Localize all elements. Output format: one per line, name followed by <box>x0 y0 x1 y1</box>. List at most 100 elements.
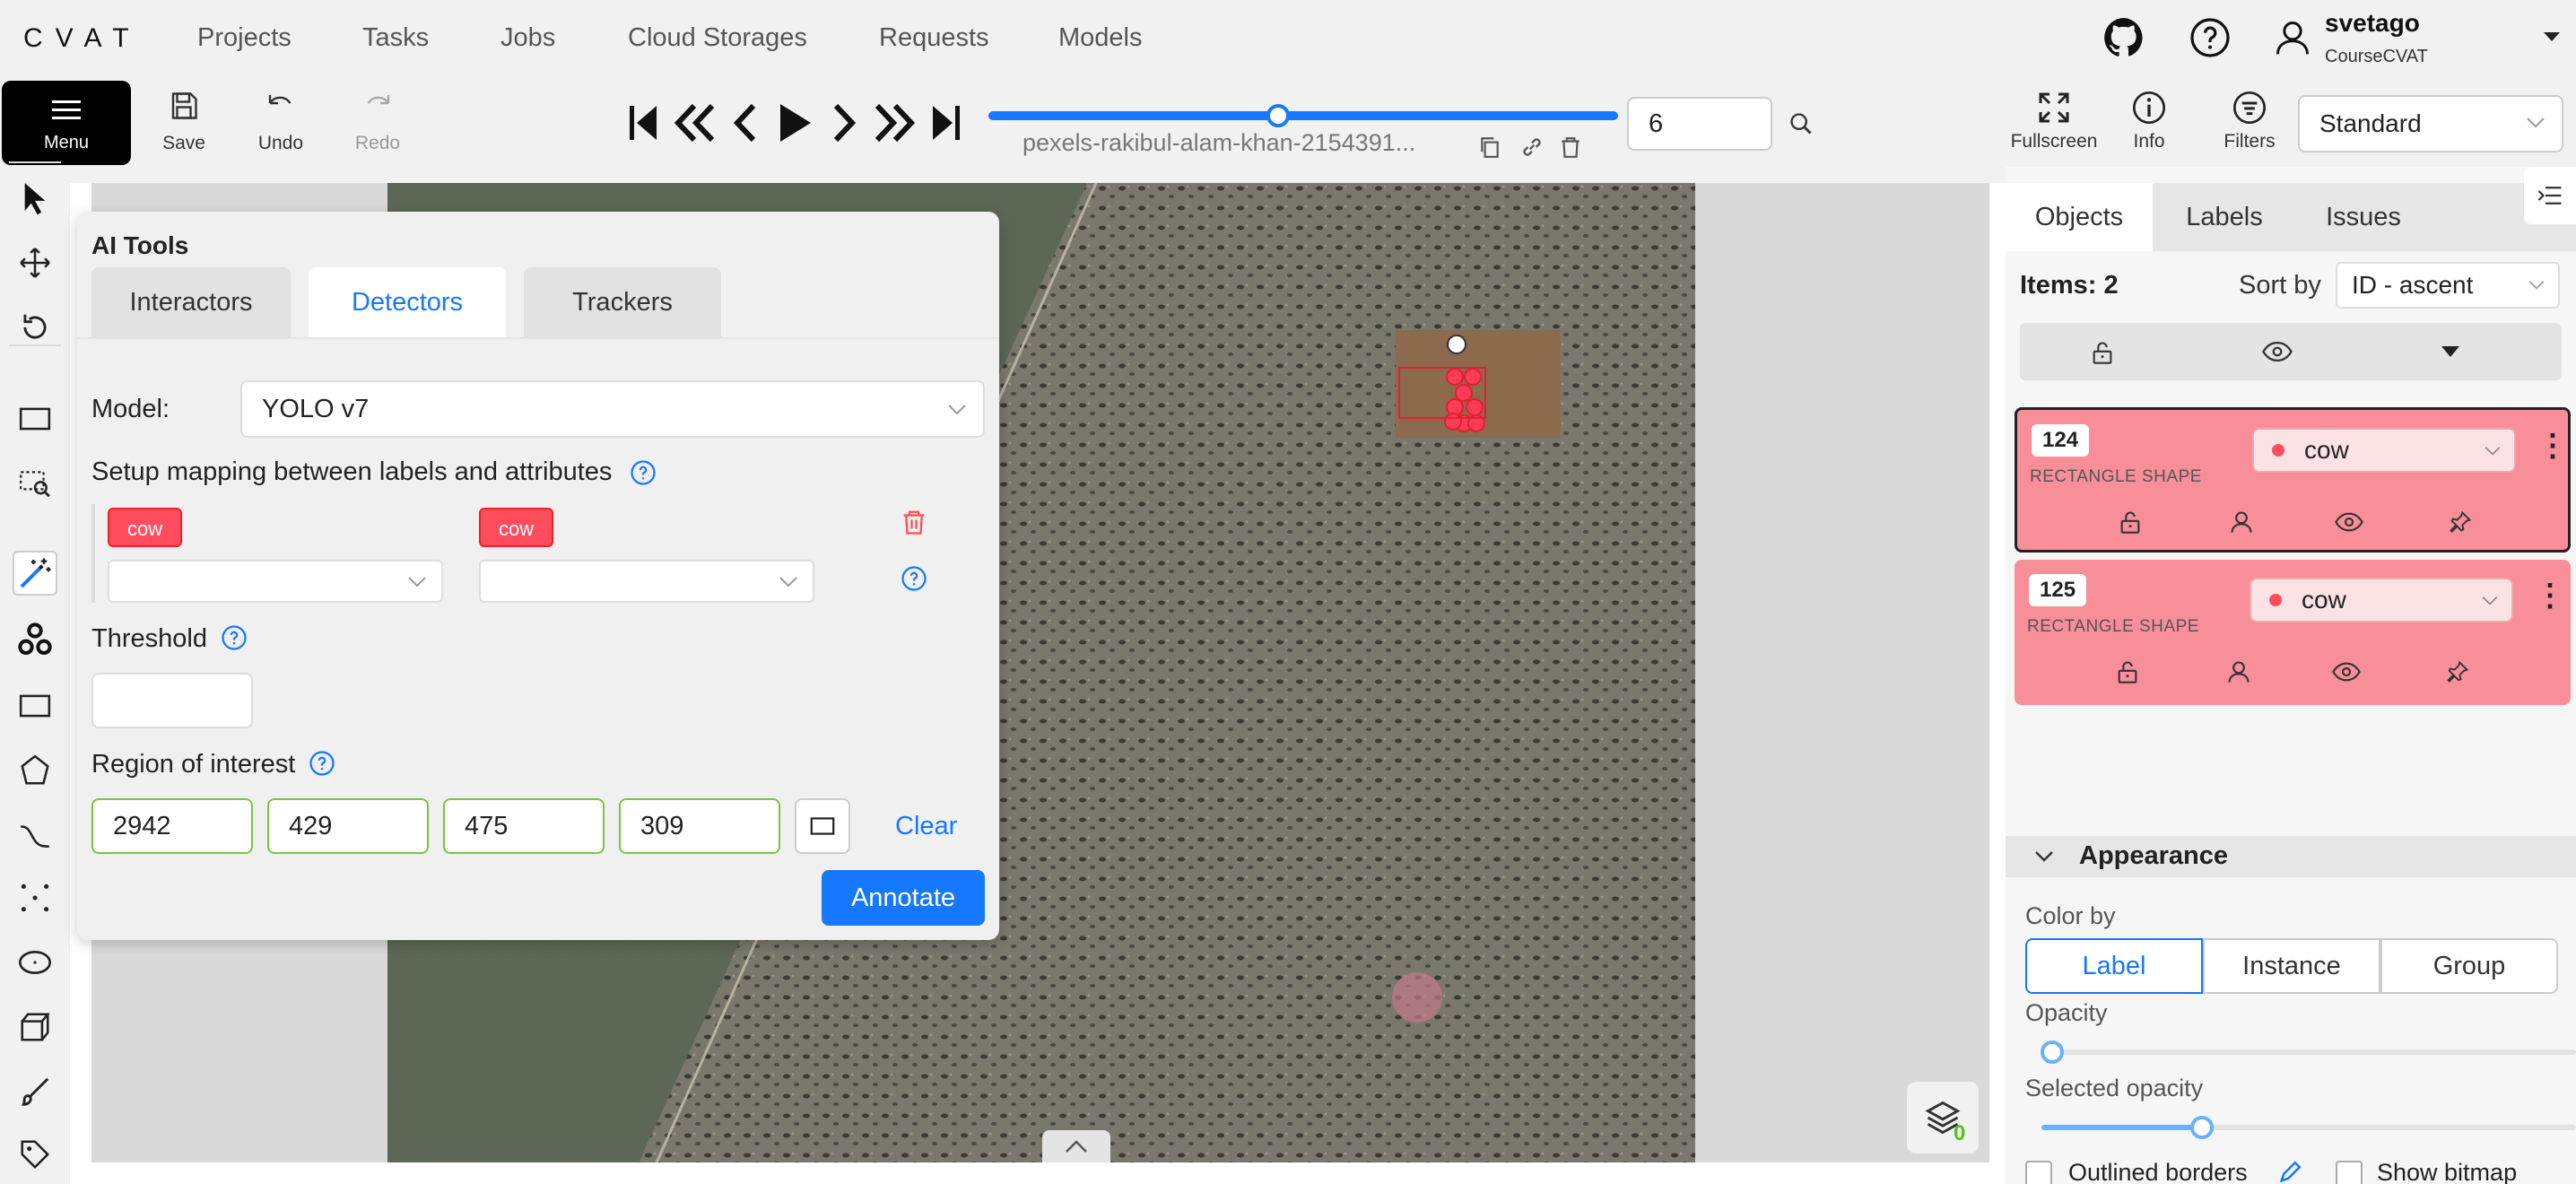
github-icon[interactable] <box>2102 16 2145 59</box>
visibility-icon[interactable] <box>2335 512 2363 532</box>
zoom-region-tool[interactable] <box>13 461 57 506</box>
move-tool[interactable] <box>13 240 57 285</box>
visibility-icon[interactable] <box>2332 662 2361 682</box>
color-by-label-option[interactable]: Label <box>2025 938 2203 994</box>
user-menu-caret-icon[interactable] <box>2542 30 2562 43</box>
filters-button[interactable]: Filters <box>2214 90 2285 152</box>
fullscreen-button[interactable]: Fullscreen <box>2006 90 2102 152</box>
frame-slider-handle[interactable] <box>1266 104 1290 127</box>
tab-issues[interactable]: Issues <box>2296 183 2431 251</box>
object-menu-icon[interactable]: ⋮ <box>2537 428 2568 464</box>
fit-image-tool[interactable] <box>13 396 57 441</box>
copy-filename-icon[interactable] <box>1478 135 1501 160</box>
delete-mapping-icon[interactable] <box>901 508 927 536</box>
opacity-slider[interactable] <box>2041 1049 2576 1055</box>
rotate-tool[interactable] <box>13 305 57 350</box>
lock-icon[interactable] <box>2115 658 2140 685</box>
collapse-sidebar-button[interactable] <box>2524 167 2576 224</box>
save-button[interactable]: Save <box>144 90 224 161</box>
frame-number-input[interactable]: 6 <box>1627 97 1772 151</box>
tag-tool[interactable] <box>13 1132 57 1177</box>
object-label-select[interactable]: cow <box>2252 428 2516 473</box>
help-icon[interactable] <box>901 565 927 592</box>
copy-link-icon[interactable] <box>1519 135 1545 160</box>
nav-models[interactable]: Models <box>1058 23 1143 53</box>
roi-y-input[interactable]: 429 <box>267 798 429 854</box>
color-by-instance-option[interactable]: Instance <box>2203 938 2380 994</box>
object-card-124[interactable]: 124 RECTANGLE SHAPE cow ⋮ <box>2015 407 2571 553</box>
polyline-tool[interactable] <box>13 813 57 858</box>
play-icon[interactable] <box>777 100 813 145</box>
help-icon[interactable] <box>2189 16 2232 59</box>
nav-cloud-storages[interactable]: Cloud Storages <box>628 23 807 53</box>
tab-detectors[interactable]: Detectors <box>309 267 506 337</box>
show-all-icon[interactable] <box>2262 341 2293 362</box>
help-icon[interactable] <box>630 459 657 486</box>
frame-slider[interactable] <box>988 111 1618 120</box>
ellipse-tool[interactable] <box>13 940 57 985</box>
last-frame-icon[interactable] <box>929 100 962 145</box>
pin-icon[interactable] <box>2448 509 2473 535</box>
info-button[interactable]: Info <box>2119 90 2180 152</box>
opencv-tool[interactable] <box>13 617 57 662</box>
nav-tasks[interactable]: Tasks <box>362 23 429 53</box>
selected-opacity-slider-handle[interactable] <box>2189 1116 2214 1139</box>
tab-interactors[interactable]: Interactors <box>91 267 291 337</box>
opacity-slider-handle[interactable] <box>2040 1040 2064 1064</box>
points-tool[interactable] <box>13 875 57 920</box>
nav-projects[interactable]: Projects <box>197 23 292 53</box>
nav-jobs[interactable]: Jobs <box>500 23 555 53</box>
workspace-select[interactable]: Standard <box>2298 95 2563 152</box>
delete-frame-icon[interactable] <box>1559 135 1582 160</box>
brush-tool[interactable] <box>13 1069 57 1114</box>
model-attribute-select[interactable] <box>108 560 443 603</box>
user-name[interactable]: svetago <box>2325 9 2420 38</box>
task-attribute-select[interactable] <box>479 560 814 603</box>
annotate-button[interactable]: Annotate <box>822 870 985 926</box>
roi-height-input[interactable]: 309 <box>619 798 780 854</box>
tab-trackers[interactable]: Trackers <box>524 267 721 337</box>
color-by-group-option[interactable]: Group <box>2380 938 2558 994</box>
object-label-select[interactable]: cow <box>2250 578 2513 622</box>
threshold-input[interactable] <box>91 673 253 728</box>
draw-roi-button[interactable] <box>795 798 850 854</box>
tab-objects[interactable]: Objects <box>2006 183 2153 251</box>
appearance-header[interactable]: Appearance <box>2006 836 2576 877</box>
unlock-all-icon[interactable] <box>2090 339 2115 366</box>
occluded-user-icon[interactable] <box>2229 509 2254 535</box>
rectangle-tool[interactable] <box>13 683 57 728</box>
fast-backward-icon[interactable] <box>674 100 716 145</box>
polygon-tool[interactable] <box>13 748 57 793</box>
cvat-logo[interactable]: CVAT <box>23 23 142 54</box>
object-card-125[interactable]: 125 RECTANGLE SHAPE cow ⋮ <box>2015 560 2571 705</box>
color-picker-icon[interactable] <box>2278 1157 2305 1184</box>
bottom-expand-handle[interactable] <box>1042 1130 1110 1162</box>
fast-forward-icon[interactable] <box>874 100 915 145</box>
help-icon[interactable] <box>309 750 335 777</box>
object-menu-icon[interactable]: ⋮ <box>2535 578 2565 614</box>
undo-button[interactable]: Undo <box>240 90 321 161</box>
roi-width-input[interactable]: 475 <box>443 798 605 854</box>
user-icon[interactable] <box>2273 18 2312 57</box>
help-icon[interactable] <box>221 624 248 651</box>
show-bitmap-checkbox[interactable] <box>2336 1161 2363 1184</box>
first-frame-icon[interactable] <box>628 100 660 145</box>
lock-icon[interactable] <box>2118 509 2143 535</box>
cuboid-tool[interactable] <box>13 1005 57 1049</box>
occluded-user-icon[interactable] <box>2226 658 2251 685</box>
cursor-tool[interactable] <box>13 176 57 221</box>
layers-button[interactable]: 0 <box>1907 1082 1979 1154</box>
sort-select[interactable]: ID - ascent <box>2336 262 2560 309</box>
redo-button[interactable]: Redo <box>337 90 418 161</box>
outlined-borders-checkbox[interactable] <box>2025 1161 2052 1184</box>
roi-x-input[interactable]: 2942 <box>91 798 253 854</box>
model-select[interactable]: YOLO v7 <box>240 380 985 438</box>
nav-requests[interactable]: Requests <box>879 23 989 53</box>
expand-all-caret-icon[interactable] <box>2440 344 2461 359</box>
pin-icon[interactable] <box>2445 658 2470 685</box>
previous-frame-icon[interactable] <box>732 100 759 145</box>
clear-roi-link[interactable]: Clear <box>895 812 957 841</box>
menu-button[interactable]: Menu <box>2 81 131 165</box>
ai-tools-tool[interactable] <box>13 551 57 596</box>
next-frame-icon[interactable] <box>831 100 857 145</box>
